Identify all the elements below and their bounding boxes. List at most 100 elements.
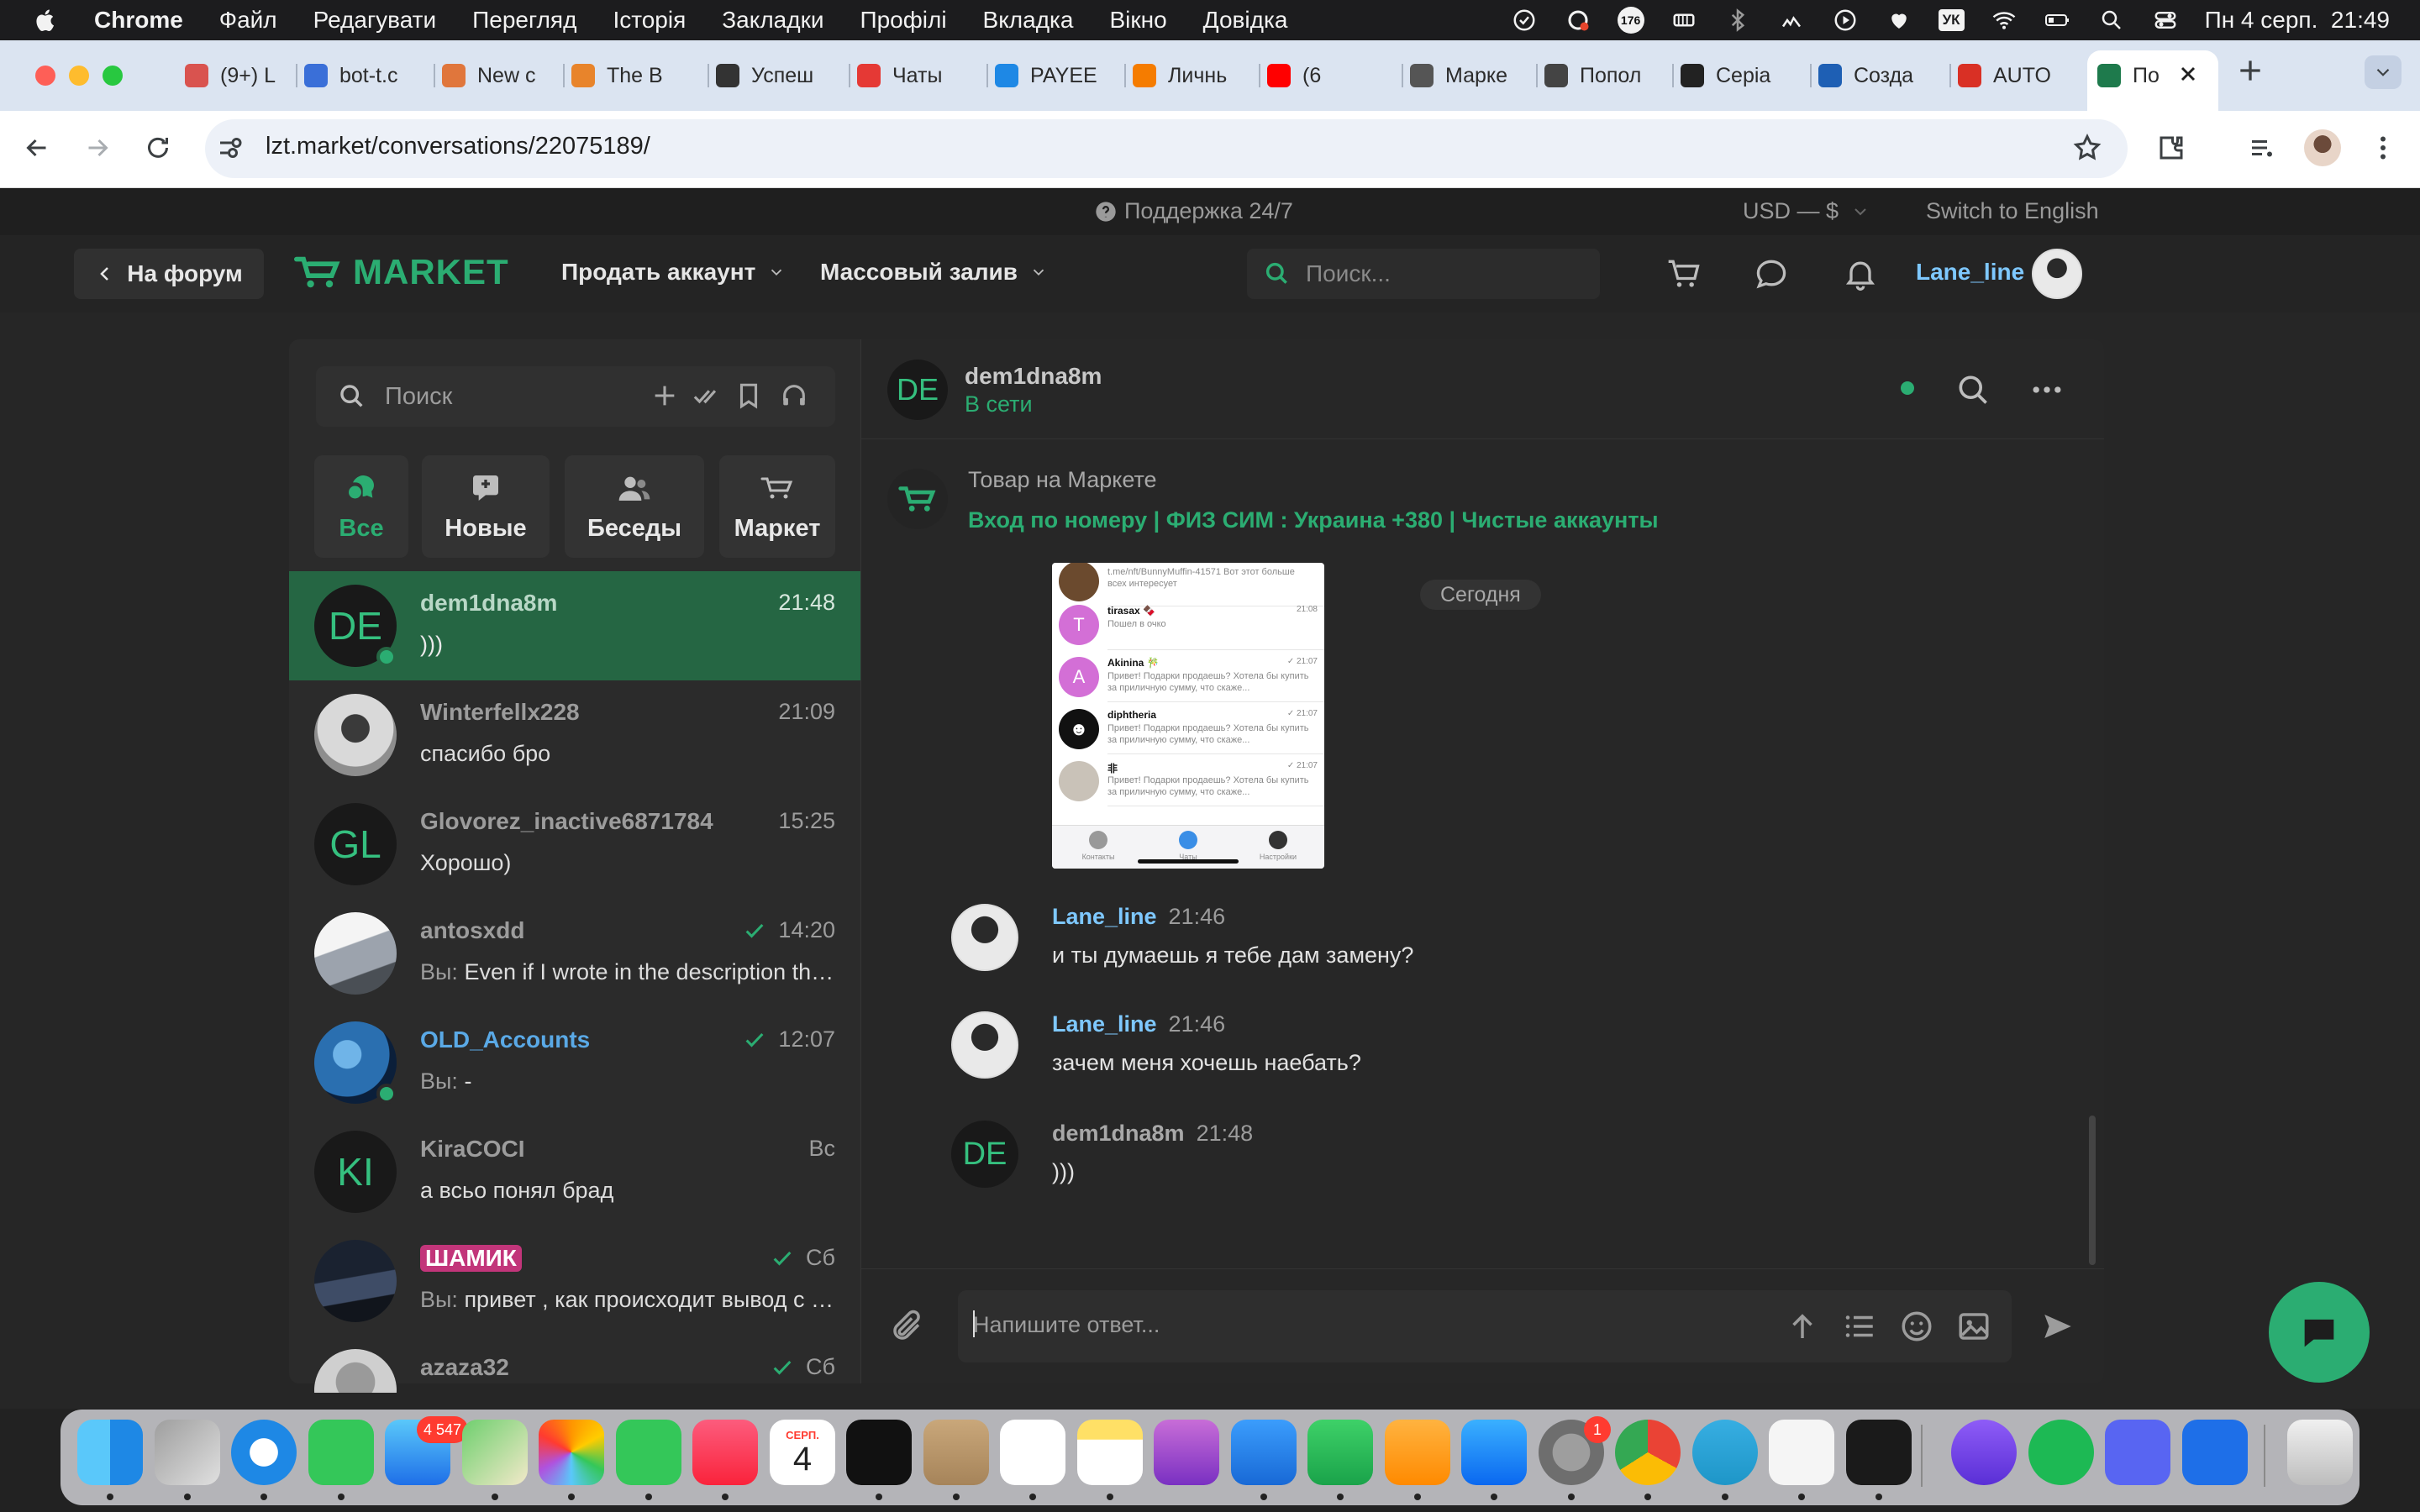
tab-search-button[interactable] xyxy=(2365,55,2402,89)
message-avatar[interactable] xyxy=(951,904,1018,971)
conversation-avatar[interactable] xyxy=(314,1349,397,1393)
bookmark-star-icon[interactable] xyxy=(2072,133,2102,163)
paperclip-icon[interactable] xyxy=(889,1309,924,1344)
browser-tab[interactable]: Серia xyxy=(1681,57,1810,94)
chat-partner-avatar[interactable]: DE xyxy=(887,360,948,420)
bluetooth-icon[interactable] xyxy=(1723,8,1752,33)
menu-file[interactable]: Файл xyxy=(219,7,277,34)
switch-language-link[interactable]: Switch to English xyxy=(1926,198,2099,224)
podcasts-icon[interactable] xyxy=(1154,1420,1219,1485)
notification-count-badge[interactable]: 176 xyxy=(1617,7,1644,34)
status-app-icon[interactable] xyxy=(1510,8,1539,33)
back-arrow-icon[interactable] xyxy=(22,133,52,163)
search-icon[interactable] xyxy=(1954,371,1991,408)
trash-icon[interactable] xyxy=(2287,1420,2353,1485)
emoji-icon[interactable] xyxy=(1899,1309,1934,1344)
menu-help[interactable]: Довідка xyxy=(1203,7,1288,34)
reminders-icon[interactable] xyxy=(1000,1420,1065,1485)
reload-icon[interactable] xyxy=(143,133,173,163)
apple-menu-icon[interactable] xyxy=(34,8,69,33)
s-app-icon[interactable] xyxy=(2182,1420,2248,1485)
new-tab-button[interactable] xyxy=(2233,54,2267,87)
browser-tab[interactable]: Марке xyxy=(1410,57,1539,94)
filter-tab-new[interactable]: Новые xyxy=(422,455,550,558)
window-close-button[interactable] xyxy=(35,66,55,86)
menu-history[interactable]: Історія xyxy=(613,7,686,34)
pages-icon[interactable] xyxy=(1385,1420,1450,1485)
username-link[interactable]: Lane_line xyxy=(1916,259,2024,286)
numbers-icon[interactable] xyxy=(1307,1420,1373,1485)
user-avatar[interactable] xyxy=(2032,249,2082,299)
filter-tab-market[interactable]: Маркет xyxy=(719,455,835,558)
browser-tab-active[interactable]: По xyxy=(2097,57,2175,94)
menubar-clock[interactable]: Пн 4 серп. 21:49 xyxy=(2205,7,2390,34)
browser-tab[interactable]: AUTO xyxy=(1958,57,2081,94)
extensions-icon[interactable] xyxy=(2156,133,2186,163)
telegram-icon[interactable] xyxy=(1692,1420,1758,1485)
maps-icon[interactable] xyxy=(462,1420,528,1485)
support-chat-button[interactable] xyxy=(2269,1282,2370,1383)
back-to-forum-button[interactable]: На форум xyxy=(74,249,264,299)
messages-icon[interactable] xyxy=(308,1420,374,1485)
browser-tab[interactable]: (9+) L xyxy=(185,57,297,94)
browser-tab[interactable]: bot-t.c xyxy=(304,57,434,94)
support-link[interactable]: Поддержка 24/7 xyxy=(1094,198,1293,224)
url-text[interactable]: lzt.market/conversations/22075189/ xyxy=(266,133,650,160)
conversation-item[interactable]: DE dem1dna8m 21:48))) xyxy=(289,571,860,680)
chat-scrollbar[interactable] xyxy=(2089,1116,2096,1265)
bookmark-icon[interactable] xyxy=(734,381,763,410)
conversation-avatar[interactable] xyxy=(314,912,397,995)
menu-tab[interactable]: Вкладка xyxy=(983,7,1074,34)
window-minimize-button[interactable] xyxy=(69,66,89,86)
conversation-item[interactable]: GL Glovorez_inactive6871784 15:25 Хорошо) xyxy=(289,790,860,899)
conversation-avatar[interactable] xyxy=(314,694,397,776)
attached-screenshot-image[interactable]: t.me/nft/BunnyMuffin-41571 Вот этот боль… xyxy=(1052,563,1324,869)
heart-icon[interactable] xyxy=(1885,8,1913,33)
conversation-avatar[interactable] xyxy=(314,1240,397,1322)
cart-icon[interactable] xyxy=(1665,255,1702,292)
conversation-avatar[interactable]: KI xyxy=(314,1131,397,1213)
menu-profiles[interactable]: Профілі xyxy=(860,7,946,34)
bulk-upload-menu[interactable]: Массовый залив xyxy=(820,259,1048,286)
browser-tab[interactable]: Успеш xyxy=(716,57,844,94)
facetime-icon[interactable] xyxy=(616,1420,681,1485)
menu-view[interactable]: Перегляд xyxy=(472,7,576,34)
message-input-placeholder[interactable]: Напишите ответ... xyxy=(973,1312,1160,1338)
battery-icon[interactable] xyxy=(2044,8,2072,33)
message-author[interactable]: dem1dna8m 21:48 xyxy=(1052,1121,1253,1147)
wifi-icon[interactable] xyxy=(1990,8,2018,33)
bell-icon[interactable] xyxy=(1842,255,1879,292)
plus-icon[interactable] xyxy=(650,381,679,410)
browser-tab[interactable]: Личнь xyxy=(1133,57,1269,94)
play-icon[interactable] xyxy=(1831,8,1860,33)
browser-tab[interactable]: PAYEE xyxy=(995,57,1123,94)
menu-edit[interactable]: Редагувати xyxy=(313,7,437,34)
message-author[interactable]: Lane_line 21:46 xyxy=(1052,904,1225,930)
media-controls-icon[interactable] xyxy=(2247,133,2277,163)
image-icon[interactable] xyxy=(1956,1309,1991,1344)
browser-tab[interactable]: Чаты xyxy=(857,57,985,94)
arrow-up-icon[interactable] xyxy=(1785,1309,1820,1344)
conversation-item[interactable]: azaza32 Сб xyxy=(289,1336,860,1393)
terminal-icon[interactable] xyxy=(1846,1420,1912,1485)
launchpad-icon[interactable] xyxy=(155,1420,220,1485)
textedit-icon[interactable] xyxy=(1769,1420,1834,1485)
filter-tab-groups[interactable]: Беседы xyxy=(565,455,704,558)
chrome-icon[interactable] xyxy=(1615,1420,1681,1485)
conversation-item[interactable]: ШАМИК Сб Вы: привет , как происходит вывод… xyxy=(289,1226,860,1336)
safari-icon[interactable] xyxy=(231,1420,297,1485)
window-zoom-button[interactable] xyxy=(103,66,123,86)
send-icon[interactable] xyxy=(2040,1309,2075,1344)
conversation-item[interactable]: KI KiraCOCI Вс а всьо понял брад xyxy=(289,1117,860,1226)
conversation-avatar[interactable]: GL xyxy=(314,803,397,885)
spotify-icon[interactable] xyxy=(2028,1420,2094,1485)
vpn-status-icon[interactable] xyxy=(1564,8,1592,33)
d-app-icon[interactable] xyxy=(1951,1420,2017,1485)
browser-tab[interactable]: Попол xyxy=(1544,57,1670,94)
message-avatar[interactable]: DE xyxy=(951,1121,1018,1188)
menu-bookmarks[interactable]: Закладки xyxy=(722,7,823,34)
list-icon[interactable] xyxy=(1842,1309,1877,1344)
keyboard-layout-indicator[interactable]: УК xyxy=(1938,9,1965,31)
appstore-icon[interactable] xyxy=(1461,1420,1527,1485)
menu-app-name[interactable]: Chrome xyxy=(94,7,183,34)
